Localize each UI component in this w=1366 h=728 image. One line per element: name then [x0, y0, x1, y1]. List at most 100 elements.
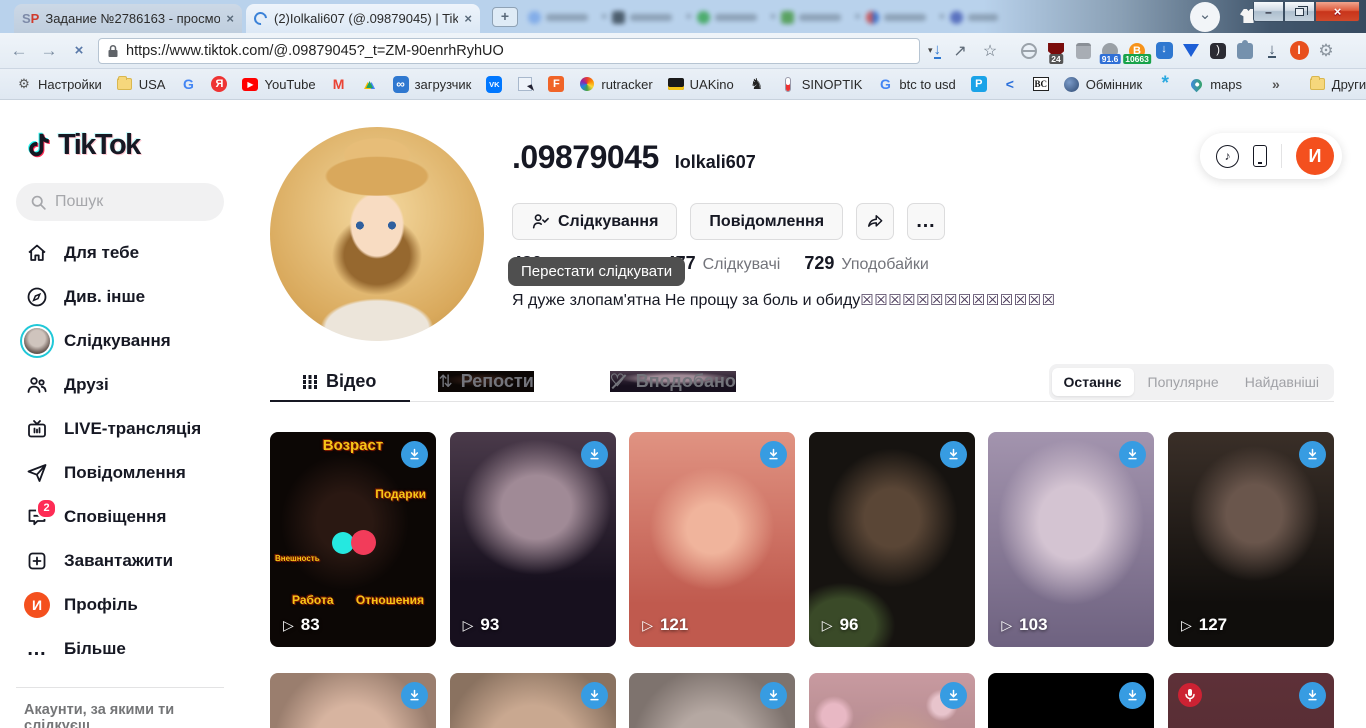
bookmark-sinoptik[interactable]: SINOPTIK — [780, 76, 862, 92]
download-icon[interactable] — [401, 682, 428, 709]
tiktok-logo[interactable]: TikTok — [24, 128, 240, 162]
sidebar-item-messages[interactable]: Повідомлення — [0, 451, 240, 495]
sidebar-item-live[interactable]: LIVE-трансляція — [0, 407, 240, 451]
following-button[interactable]: Слідкування — [512, 203, 678, 240]
video-card[interactable] — [988, 673, 1155, 728]
more-options-button[interactable]: … — [907, 203, 946, 240]
sidebar-item-more[interactable]: … Більше — [0, 627, 240, 671]
video-card[interactable] — [270, 673, 436, 728]
browser-profile-avatar[interactable]: I — [1289, 40, 1309, 62]
share-icon[interactable]: ↗ — [949, 41, 971, 61]
downloads-button[interactable]: ▾ ↓ — [928, 42, 942, 59]
video-downloader-extension-icon[interactable]: ↓ — [1154, 40, 1174, 62]
blurred-tab[interactable]: × — [601, 6, 673, 28]
bookmark-usa-folder[interactable]: USA — [117, 76, 165, 92]
video-card[interactable] — [449, 673, 616, 728]
sidebar-item-friends[interactable]: Друзі — [0, 363, 240, 407]
tab-search-chevron-button[interactable]: ⌄ — [1190, 2, 1220, 32]
search-input[interactable] — [55, 193, 205, 211]
close-button[interactable]: × — [1315, 2, 1360, 22]
blurred-tab[interactable]: × — [939, 6, 999, 28]
bitcoin-extension-icon[interactable]: B 10663 — [1123, 40, 1151, 64]
sidebar-item-notifications[interactable]: 2 Сповіщення — [0, 495, 240, 539]
minimize-button[interactable]: – — [1253, 2, 1284, 22]
speedtest-extension-icon[interactable]: 91.6 — [1099, 40, 1121, 64]
bookmark-f[interactable]: F — [548, 76, 565, 92]
bookmark-star-icon[interactable]: ☆ — [979, 41, 1001, 61]
bookmark-yandex[interactable]: Я — [211, 76, 228, 92]
bookmark-gmail[interactable]: M — [331, 76, 347, 92]
bookmark-chess[interactable]: ♞ — [749, 76, 765, 93]
restore-button[interactable] — [1284, 2, 1315, 22]
ublock-extension-icon[interactable]: 24 — [1046, 40, 1066, 64]
video-card[interactable]: ▷ 93 — [449, 432, 616, 647]
tab-videos[interactable]: Відео — [302, 371, 376, 392]
blurred-tab[interactable]: × — [770, 6, 842, 28]
download-icon[interactable] — [760, 441, 788, 468]
save-download-extension-icon[interactable]: ↓ — [1262, 40, 1282, 62]
video-card[interactable]: ▷ 127 — [1167, 432, 1334, 647]
bookmarks-overflow-icon[interactable]: » — [1272, 76, 1280, 92]
bookmark-chevron[interactable]: < — [1002, 76, 1018, 92]
bookmark-rutracker[interactable]: rutracker — [579, 76, 653, 92]
globe-extension-icon[interactable] — [1019, 40, 1039, 62]
bookmark-bc[interactable]: BC — [1032, 76, 1049, 92]
address-bar[interactable]: https://www.tiktok.com/@.09879045?_t=ZM-… — [98, 37, 920, 64]
download-icon[interactable] — [1298, 682, 1326, 709]
get-app-icon[interactable] — [1253, 145, 1267, 167]
sidebar-item-upload[interactable]: Завантажити — [0, 539, 240, 583]
bookmark-btc[interactable]: Gbtc to usd — [877, 76, 956, 92]
tab-liked[interactable]: ♡ Вподобано — [609, 371, 736, 392]
search-box[interactable] — [16, 183, 224, 221]
download-icon[interactable] — [580, 682, 608, 709]
forward-icon[interactable]: → — [38, 41, 60, 61]
bookmark-youtube[interactable]: ▶ YouTube — [242, 76, 316, 92]
paren-extension-icon[interactable]: ) — [1208, 40, 1228, 62]
download-icon[interactable] — [1298, 441, 1326, 468]
sort-popular[interactable]: Популярне — [1136, 368, 1231, 396]
download-icon[interactable] — [580, 441, 608, 468]
bookmark-p[interactable]: P — [970, 76, 987, 92]
bookmark-exchange[interactable]: Обмінник — [1064, 76, 1142, 92]
sidebar-item-profile[interactable]: И Профіль — [0, 583, 240, 627]
other-bookmarks-folder[interactable]: Другие закладки — [1310, 76, 1366, 92]
new-tab-button[interactable]: + — [492, 7, 518, 27]
bookmark-maps[interactable]: maps — [1188, 76, 1242, 92]
bookmark-downloader[interactable]: ∞ загрузчик — [392, 75, 471, 93]
tab-reposts[interactable]: ⇅ Репости — [438, 371, 534, 392]
puzzle-extensions-icon[interactable] — [1235, 39, 1255, 62]
bookmark-settings[interactable]: ⚙ Настройки — [16, 76, 102, 92]
bookmark-kyivstar[interactable]: * — [1157, 74, 1173, 93]
blurred-tab[interactable] — [528, 6, 588, 28]
bookmark-google[interactable]: G — [180, 76, 196, 92]
browser-tab-task[interactable]: SP Задание №2786163 - просмотр з × — [14, 4, 242, 33]
profile-photo[interactable] — [270, 127, 484, 341]
sidebar-item-following[interactable]: Слідкування — [0, 319, 240, 363]
sidebar-item-explore[interactable]: Див. інше — [0, 275, 240, 319]
message-button[interactable]: Повідомлення — [690, 203, 844, 240]
settings-gear-icon[interactable]: ⚙ — [1316, 40, 1336, 62]
tab-close-icon[interactable]: × — [464, 11, 472, 26]
video-card[interactable] — [629, 673, 796, 728]
stop-icon[interactable]: × — [68, 42, 90, 59]
download-icon[interactable] — [401, 441, 428, 468]
share-button[interactable] — [856, 203, 895, 240]
coins-icon[interactable]: ♪ — [1216, 144, 1239, 168]
video-card[interactable]: ▷ 121 — [629, 432, 796, 647]
download-icon[interactable] — [939, 682, 967, 709]
video-card[interactable] — [808, 673, 975, 728]
video-card[interactable]: ▷ 96 — [808, 432, 975, 647]
bookmark-drive[interactable]: ▲ — [362, 76, 378, 92]
bookmark-translate[interactable] — [517, 76, 533, 92]
video-card[interactable]: Возраст Подарки Внешность Работа Отношен… — [270, 432, 436, 647]
video-card[interactable] — [1167, 673, 1334, 728]
bookmark-uakino[interactable]: UAKino — [667, 76, 734, 92]
blurred-tab[interactable]: × — [854, 6, 926, 28]
sidebar-item-for-you[interactable]: Для тебе — [0, 231, 240, 275]
download-icon[interactable] — [760, 682, 788, 709]
download-icon[interactable] — [1119, 682, 1147, 709]
browser-tab-tiktok[interactable]: (2)Iolkali607 (@.09879045) | TikTok × — [246, 4, 480, 33]
download-icon[interactable] — [939, 441, 967, 468]
account-avatar[interactable]: И — [1296, 137, 1334, 175]
stat-likes[interactable]: 729 Уподобайки — [804, 253, 929, 274]
